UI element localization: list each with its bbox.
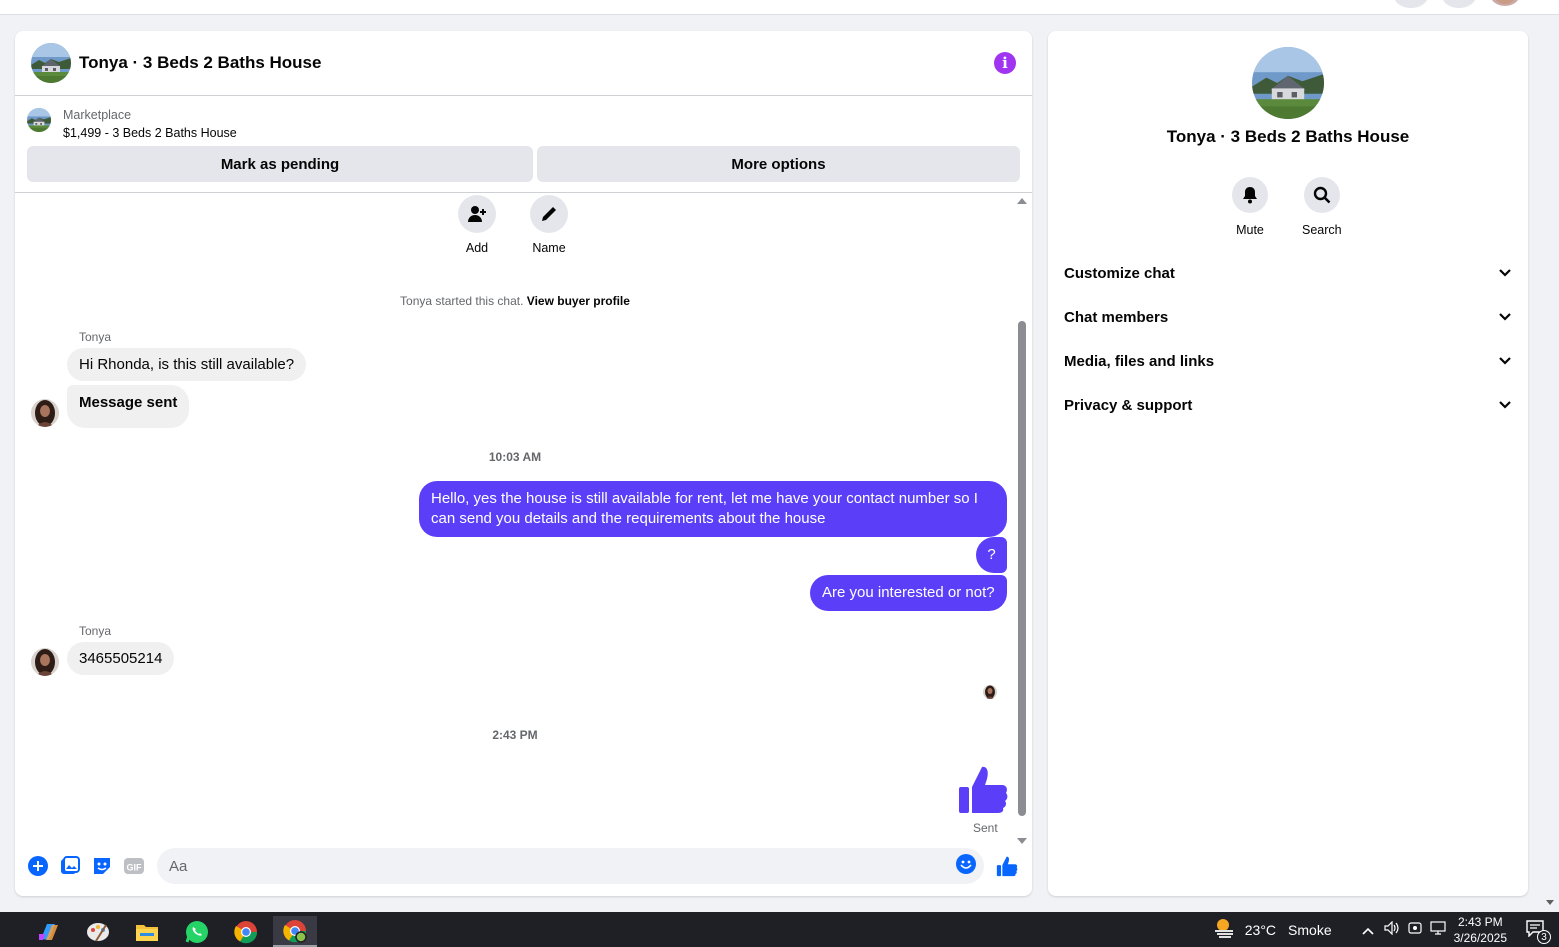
- pencil-icon: [530, 195, 568, 233]
- chrome-profile-icon[interactable]: [273, 916, 317, 947]
- menu-item-label: Privacy & support: [1064, 396, 1193, 414]
- sent-status: Sent: [973, 821, 998, 835]
- search-label: Search: [1302, 223, 1342, 237]
- menu-item-label: Customize chat: [1064, 264, 1175, 282]
- clock[interactable]: 2:43 PM 3/26/2025: [1454, 914, 1507, 946]
- chat-avatar[interactable]: [31, 43, 71, 83]
- message-scrollbar[interactable]: [1016, 196, 1028, 844]
- weather-description[interactable]: Smoke: [1288, 922, 1332, 938]
- notifications-icon[interactable]: 3: [1525, 919, 1551, 944]
- chevron-down-icon: [1498, 353, 1512, 370]
- chevron-down-icon: [1498, 397, 1512, 414]
- chat-photo[interactable]: [1252, 47, 1324, 119]
- top-navigation-bar: [0, 0, 1559, 15]
- details-title: Tonya · 3 Beds 2 Baths House: [1166, 127, 1410, 146]
- paint-icon[interactable]: [76, 916, 120, 947]
- weather-temperature[interactable]: 23°C: [1245, 922, 1276, 938]
- timestamp: 2:43 PM: [492, 728, 538, 742]
- chat-details-panel: Tonya · 3 Beds 2 Baths House Mute Search…: [1048, 31, 1528, 896]
- chevron-down-icon: [1498, 309, 1512, 326]
- mute-action[interactable]: Mute: [1232, 177, 1268, 237]
- chat-title[interactable]: Tonya · 3 Beds 2 Baths House: [79, 53, 994, 73]
- add-person-icon: [458, 195, 496, 233]
- mark-as-pending-button[interactable]: Mark as pending: [27, 146, 533, 182]
- chat-header: Tonya · 3 Beds 2 Baths House i: [15, 31, 1032, 96]
- chat-started-notice: Tonya started this chat. View buyer prof…: [15, 294, 1015, 308]
- details-menu: Customize chat Chat members Media, files…: [1048, 251, 1528, 427]
- listing-source: Marketplace: [63, 108, 132, 122]
- message-list: Add Name Tonya started this chat. View b…: [15, 193, 1015, 843]
- start-icon[interactable]: [0, 916, 8, 947]
- menu-button[interactable]: [1394, 0, 1428, 8]
- page-scroll-down-arrow[interactable]: [1546, 900, 1554, 905]
- clock-time: 2:43 PM: [1457, 914, 1503, 929]
- system-tray: 23°C Smoke 2:43 PM 3/26/2025 3: [1213, 912, 1559, 947]
- meet-now-icon[interactable]: [1408, 921, 1422, 938]
- like-send-icon[interactable]: [992, 851, 1022, 881]
- emoji-icon[interactable]: [956, 853, 976, 879]
- listing-thumbnail[interactable]: [27, 108, 51, 132]
- scroll-up-arrow[interactable]: [1017, 198, 1027, 204]
- message-composer: GIF: [15, 836, 1032, 896]
- chat-panel: Tonya · 3 Beds 2 Baths House i Marketpla…: [15, 31, 1032, 896]
- whatsapp-icon[interactable]: [175, 916, 219, 947]
- listing-title[interactable]: $1,499 - 3 Beds 2 Baths House: [63, 124, 237, 142]
- media-files-links-item[interactable]: Media, files and links: [1048, 339, 1528, 383]
- privacy-support-item[interactable]: Privacy & support: [1048, 383, 1528, 427]
- weather-icon[interactable]: [1213, 917, 1237, 942]
- seen-receipt-avatar: [983, 685, 997, 699]
- outgoing-message[interactable]: Hello, yes the house is still available …: [419, 481, 1007, 537]
- svg-text:GIF: GIF: [127, 863, 143, 873]
- outgoing-message[interactable]: Are you interested or not?: [810, 575, 1007, 611]
- mute-label: Mute: [1236, 223, 1264, 237]
- menu-item-label: Chat members: [1064, 308, 1169, 326]
- add-label: Add: [465, 241, 489, 255]
- windows-taskbar: 23°C Smoke 2:43 PM 3/26/2025 3: [0, 912, 1559, 947]
- plus-circle-icon[interactable]: [23, 851, 53, 881]
- timestamp: 10:03 AM: [488, 450, 542, 464]
- notification-count-badge: 3: [1537, 930, 1551, 944]
- speaker-icon[interactable]: [1384, 920, 1400, 938]
- notifications-button[interactable]: [1442, 0, 1476, 8]
- file-explorer-icon[interactable]: [125, 916, 169, 947]
- chevron-up-icon[interactable]: [1362, 922, 1374, 938]
- gif-icon[interactable]: GIF: [119, 851, 149, 881]
- tonya-avatar[interactable]: [31, 399, 59, 427]
- menu-item-label: Media, files and links: [1064, 352, 1215, 370]
- incoming-message[interactable]: Message sent: [67, 385, 190, 428]
- name-chat-action[interactable]: Name: [530, 195, 568, 255]
- add-people-action[interactable]: Add: [458, 195, 496, 255]
- scrollbar-thumb[interactable]: [1018, 321, 1026, 816]
- thumbs-up-icon[interactable]: [957, 763, 1009, 815]
- bell-icon: [1232, 177, 1268, 213]
- more-options-button[interactable]: More options: [537, 146, 1020, 182]
- chevron-down-icon: [1498, 265, 1512, 282]
- info-icon[interactable]: i: [994, 52, 1016, 74]
- chat-members-item[interactable]: Chat members: [1048, 295, 1528, 339]
- view-buyer-profile-link[interactable]: View buyer profile: [527, 294, 630, 308]
- search-icon: [1303, 177, 1340, 213]
- tonya-avatar[interactable]: [31, 648, 59, 676]
- chat-started-text: Tonya started this chat.: [400, 294, 524, 308]
- chrome-icon[interactable]: [224, 916, 268, 947]
- name-label: Name: [532, 241, 566, 255]
- photo-icon[interactable]: [55, 851, 85, 881]
- listing-banner: Marketplace $1,499 - 3 Beds 2 Baths Hous…: [15, 96, 1032, 193]
- account-avatar[interactable]: [1490, 0, 1520, 6]
- outgoing-message[interactable]: ?: [976, 537, 1007, 573]
- customize-chat-item[interactable]: Customize chat: [1048, 251, 1528, 295]
- sticker-icon[interactable]: [87, 851, 117, 881]
- incoming-message[interactable]: Hi Rhonda, is this still available?: [67, 348, 307, 381]
- clock-date: 3/26/2025: [1453, 930, 1507, 945]
- sender-name: Tonya: [79, 624, 112, 638]
- sender-name: Tonya: [79, 330, 112, 344]
- network-icon[interactable]: [1430, 921, 1446, 938]
- message-input[interactable]: [169, 857, 956, 875]
- copilot-icon[interactable]: [27, 916, 71, 947]
- incoming-message[interactable]: 3465505214: [67, 642, 175, 675]
- message-input-container: [157, 848, 984, 884]
- search-action[interactable]: Search: [1302, 177, 1342, 237]
